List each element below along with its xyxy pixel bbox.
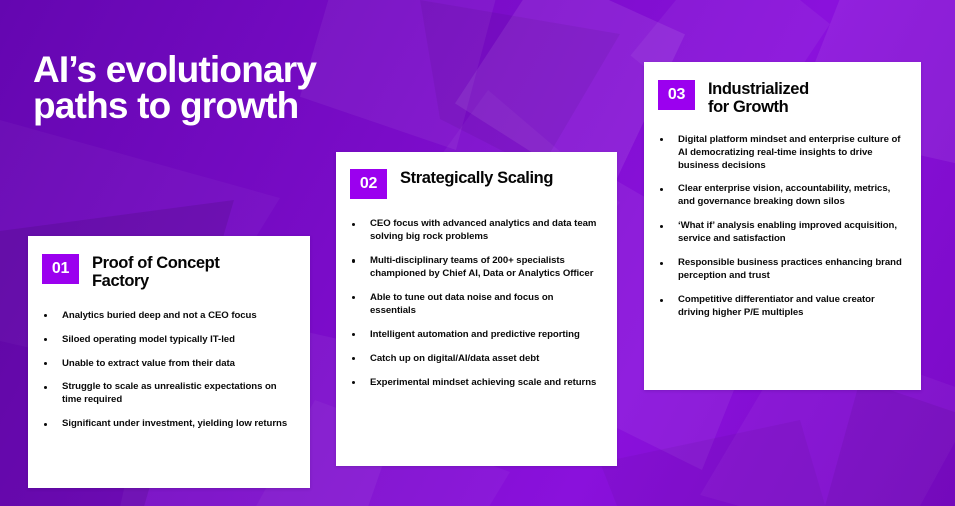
list-item: Siloed operating model typically IT-led: [42, 334, 294, 347]
bullet-dot-icon: [44, 314, 48, 318]
bullet-dot-icon: [660, 261, 664, 265]
list-item: Struggle to scale as unrealistic expecta…: [42, 381, 294, 407]
list-item: Unable to extract value from their data: [42, 358, 294, 371]
list-item: ‘What if’ analysis enabling improved acq…: [658, 220, 905, 246]
bullet-dot-icon: [660, 187, 664, 192]
card-title: Proof of Concept Factory: [92, 254, 220, 290]
list-item-label: Clear enterprise vision, accountability,…: [678, 183, 891, 208]
list-item-label: Siloed operating model typically IT-led: [62, 333, 235, 345]
slide-canvas: AI’s evolutionary paths to growth 01 Pro…: [0, 0, 955, 506]
facet-shadow-shape: [420, 0, 620, 170]
list-item-label: Responsible business practices enhancing…: [678, 257, 902, 282]
card-bullet-list: Analytics buried deep and not a CEO focu…: [42, 310, 294, 432]
card-header: 02 Strategically Scaling: [350, 169, 601, 199]
list-item: Multi-disciplinary teams of 200+ special…: [350, 255, 601, 281]
card-number-badge: 01: [42, 254, 79, 284]
list-item: Competitive differentiator and value cre…: [658, 294, 905, 320]
card-strategically-scaling: 02 Strategically Scaling CEO focus with …: [336, 152, 617, 466]
bullet-dot-icon: [44, 338, 48, 342]
list-item-label: Intelligent automation and predictive re…: [370, 328, 580, 340]
bullet-dot-icon: [44, 362, 48, 366]
list-item: Intelligent automation and predictive re…: [350, 329, 601, 342]
list-item: Analytics buried deep and not a CEO focu…: [42, 310, 294, 323]
list-item-label: CEO focus with advanced analytics and da…: [370, 218, 597, 242]
list-item: Digital platform mindset and enterprise …: [658, 134, 905, 173]
list-item: Catch up on digital/AI/data asset debt: [350, 353, 601, 366]
list-item: Clear enterprise vision, accountability,…: [658, 183, 905, 209]
bullet-dot-icon: [352, 222, 356, 226]
card-title: Strategically Scaling: [400, 169, 553, 187]
card-header: 01 Proof of Concept Factory: [42, 254, 294, 291]
facet-shape: [300, 0, 500, 150]
list-item-label: Catch up on digital/AI/data asset debt: [370, 352, 540, 364]
bullet-dot-icon: [44, 385, 48, 390]
card-bullet-list: CEO focus with advanced analytics and da…: [350, 218, 601, 389]
bullet-dot-icon: [352, 296, 356, 300]
bullet-dot-icon: [660, 298, 664, 302]
bullet-dot-icon: [660, 224, 664, 228]
bullet-dot-icon: [352, 357, 356, 361]
card-industrialized-for-growth: 03 Industrialized for Growth Digital pla…: [644, 62, 921, 390]
list-item-label: Struggle to scale as unrealistic expecta…: [62, 381, 277, 406]
list-item-label: Multi-disciplinary teams of 200+ special…: [370, 254, 594, 279]
card-bullet-list: Digital platform mindset and enterprise …: [658, 134, 905, 320]
bullet-dot-icon: [352, 259, 356, 263]
facet-shadow-shape: [600, 420, 850, 506]
card-header: 03 Industrialized for Growth: [658, 80, 905, 117]
list-item: Responsible business practices enhancing…: [658, 257, 905, 283]
card-title: Industrialized for Growth: [708, 80, 809, 116]
bullet-dot-icon: [660, 138, 664, 142]
slide-title: AI’s evolutionary paths to growth: [33, 48, 317, 127]
bullet-dot-icon: [44, 422, 48, 426]
list-item-label: Analytics buried deep and not a CEO focu…: [62, 309, 257, 321]
list-item: Able to tune out data noise and focus on…: [350, 292, 601, 318]
list-item: Experimental mindset achieving scale and…: [350, 377, 601, 390]
list-item-label: Significant under investment, yielding l…: [62, 418, 288, 430]
list-item-label: ‘What if’ analysis enabling improved acq…: [678, 220, 897, 245]
card-number-badge: 02: [350, 169, 387, 199]
card-proof-of-concept-factory: 01 Proof of Concept Factory Analytics bu…: [28, 236, 310, 488]
list-item-label: Unable to extract value from their data: [62, 357, 235, 369]
list-item: Significant under investment, yielding l…: [42, 418, 294, 431]
list-item-label: Digital platform mindset and enterprise …: [678, 133, 901, 171]
card-number-badge: 03: [658, 80, 695, 110]
facet-shadow-shape: [820, 380, 955, 506]
bullet-dot-icon: [352, 333, 356, 337]
list-item-label: Able to tune out data noise and focus on…: [370, 291, 554, 316]
list-item: CEO focus with advanced analytics and da…: [350, 218, 601, 244]
list-item-label: Experimental mindset achieving scale and…: [370, 376, 597, 388]
list-item-label: Competitive differentiator and value cre…: [678, 294, 875, 318]
bullet-dot-icon: [352, 381, 356, 385]
